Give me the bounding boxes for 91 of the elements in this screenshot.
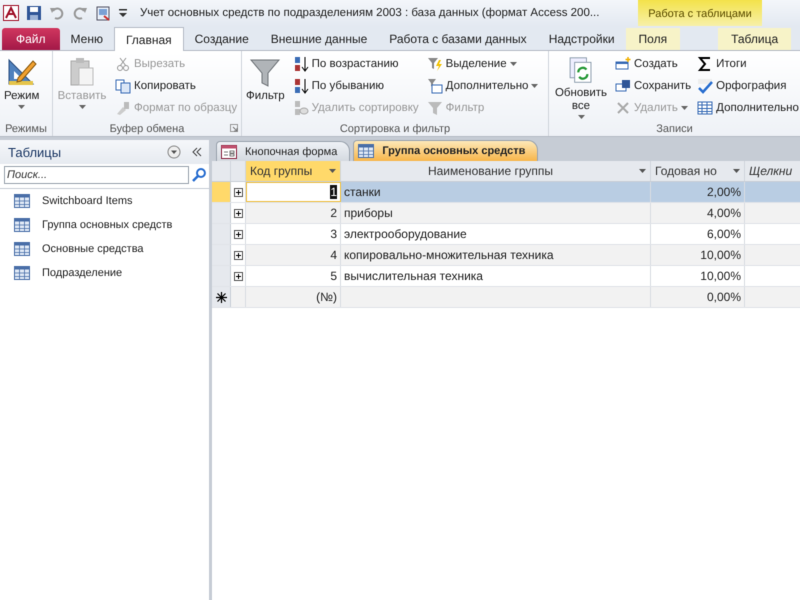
table-cell: копировально-множительная техника [341,245,651,265]
ribbon-tab[interactable]: Надстройки [538,28,626,50]
caret-icon [639,169,646,173]
copy-icon [115,78,131,94]
ribbon-tab[interactable]: Поля [626,28,680,50]
column-header[interactable]: Код группы [246,161,341,181]
expand-icon[interactable] [234,208,242,218]
ribbon-button[interactable]: Орфография [695,76,800,95]
table-cell: 0,00% [651,287,745,307]
navigation-item[interactable]: Основные средства [0,237,209,261]
caret-icon [680,106,688,110]
dialog-launcher-icon[interactable] [230,124,238,132]
column-header[interactable]: Годовая но [651,161,745,181]
app-icon [3,5,19,21]
navigation-item[interactable]: Switchboard Items [0,189,209,213]
expand-icon[interactable] [234,272,242,280]
redo-icon[interactable] [72,5,88,21]
caret-icon [733,169,740,173]
table-cell: 4,00% [651,203,745,223]
table-cell: 6,00% [651,224,745,244]
new-record-icon [216,292,226,302]
group-label: Режимы [5,122,47,134]
save-icon[interactable] [26,5,42,21]
expand-icon[interactable] [234,230,242,238]
group-label: Сортировка и фильтр [340,122,450,134]
table-cell: вычислительная техника [341,266,651,286]
form-icon[interactable] [95,5,111,21]
expand-icon[interactable] [234,250,242,260]
ribbon-tab[interactable]: Главная [114,27,184,51]
table-icon [14,266,30,280]
column-header[interactable]: Наименование группы [341,161,651,181]
save-icon [615,78,631,94]
ribbon-button[interactable]: По убыванию [290,76,421,95]
table-cell: электрооборудование [341,224,651,244]
collapse-icon[interactable] [191,146,203,158]
navigation-item[interactable]: Подразделение [0,261,209,285]
table-icon [14,218,30,232]
group-label: Буфер обмена [110,122,184,134]
ribbon-button[interactable]: Дополнительно [695,98,800,117]
document-tab[interactable]: Группа основных средств [353,140,538,161]
caret-icon [531,84,538,88]
search-field[interactable]: Поиск... [4,166,190,184]
ribbon-tab[interactable]: Меню [60,28,114,50]
ribbon-button[interactable]: Фильтр [244,54,287,121]
ribbon-button[interactable]: Режим [2,54,42,121]
ribbon-button[interactable]: Итоги [695,54,800,73]
pane-title: Таблицы [8,144,62,160]
table-cell: 2,00% [651,182,745,202]
column-header[interactable]: Щелкни [745,161,800,181]
table-cell: станки [341,182,651,202]
ribbon-button[interactable]: Сохранить [613,76,694,95]
form-icon [221,144,237,158]
table-cell: 2 [246,203,341,223]
search-icon[interactable] [191,167,207,183]
ribbon-button[interactable]: Копировать [113,76,240,95]
caret-icon [510,62,517,66]
caret-icon [329,169,336,173]
caret-icon [78,105,86,109]
ribbon-tab[interactable]: Таблица [718,28,792,50]
caret-icon [578,115,584,119]
dropdown-icon[interactable] [167,145,181,159]
table-icon [358,144,374,158]
new-icon [615,56,631,72]
undo-icon[interactable] [49,5,65,21]
caret-icon [18,105,26,109]
group-label: Записи [656,122,693,134]
ribbon-tab[interactable]: Работа с базами данных [378,28,538,50]
ruler-pencil-icon [6,56,38,88]
table-cell: 4 [246,245,341,265]
table-cell: (№) [246,287,341,307]
ribbon-button[interactable]: Дополнительно [424,76,540,95]
table-icon [14,194,30,208]
ribbon-tab[interactable]: Файл [2,28,60,50]
context-tab-label: Работа с таблицами [638,0,762,26]
document-tab[interactable]: Кнопочная форма [216,141,350,161]
cut-icon [115,56,131,72]
navigation-item[interactable]: Группа основных средств [0,213,209,237]
selected-text: 1 [330,185,337,199]
ribbon-button[interactable]: По возрастанию [290,54,421,73]
table-icon [14,242,30,256]
ribbon-button[interactable]: Обновить все [551,54,611,121]
table-cell: приборы [341,203,651,223]
table-cell: 10,00% [651,266,745,286]
spell-icon [697,78,714,94]
ribbon-tab[interactable]: Создание [184,28,260,50]
ribbon-tab[interactable]: Внешние данные [260,28,378,50]
ribbon-button[interactable]: Создать [613,54,694,73]
expand-icon[interactable] [234,188,242,196]
window-title: Учет основных средств по подразделениям 2003 : база данных (формат Access 200... [140,7,600,19]
ribbon-button[interactable]: Выделение [424,54,540,73]
table-cell: 10,00% [651,245,745,265]
